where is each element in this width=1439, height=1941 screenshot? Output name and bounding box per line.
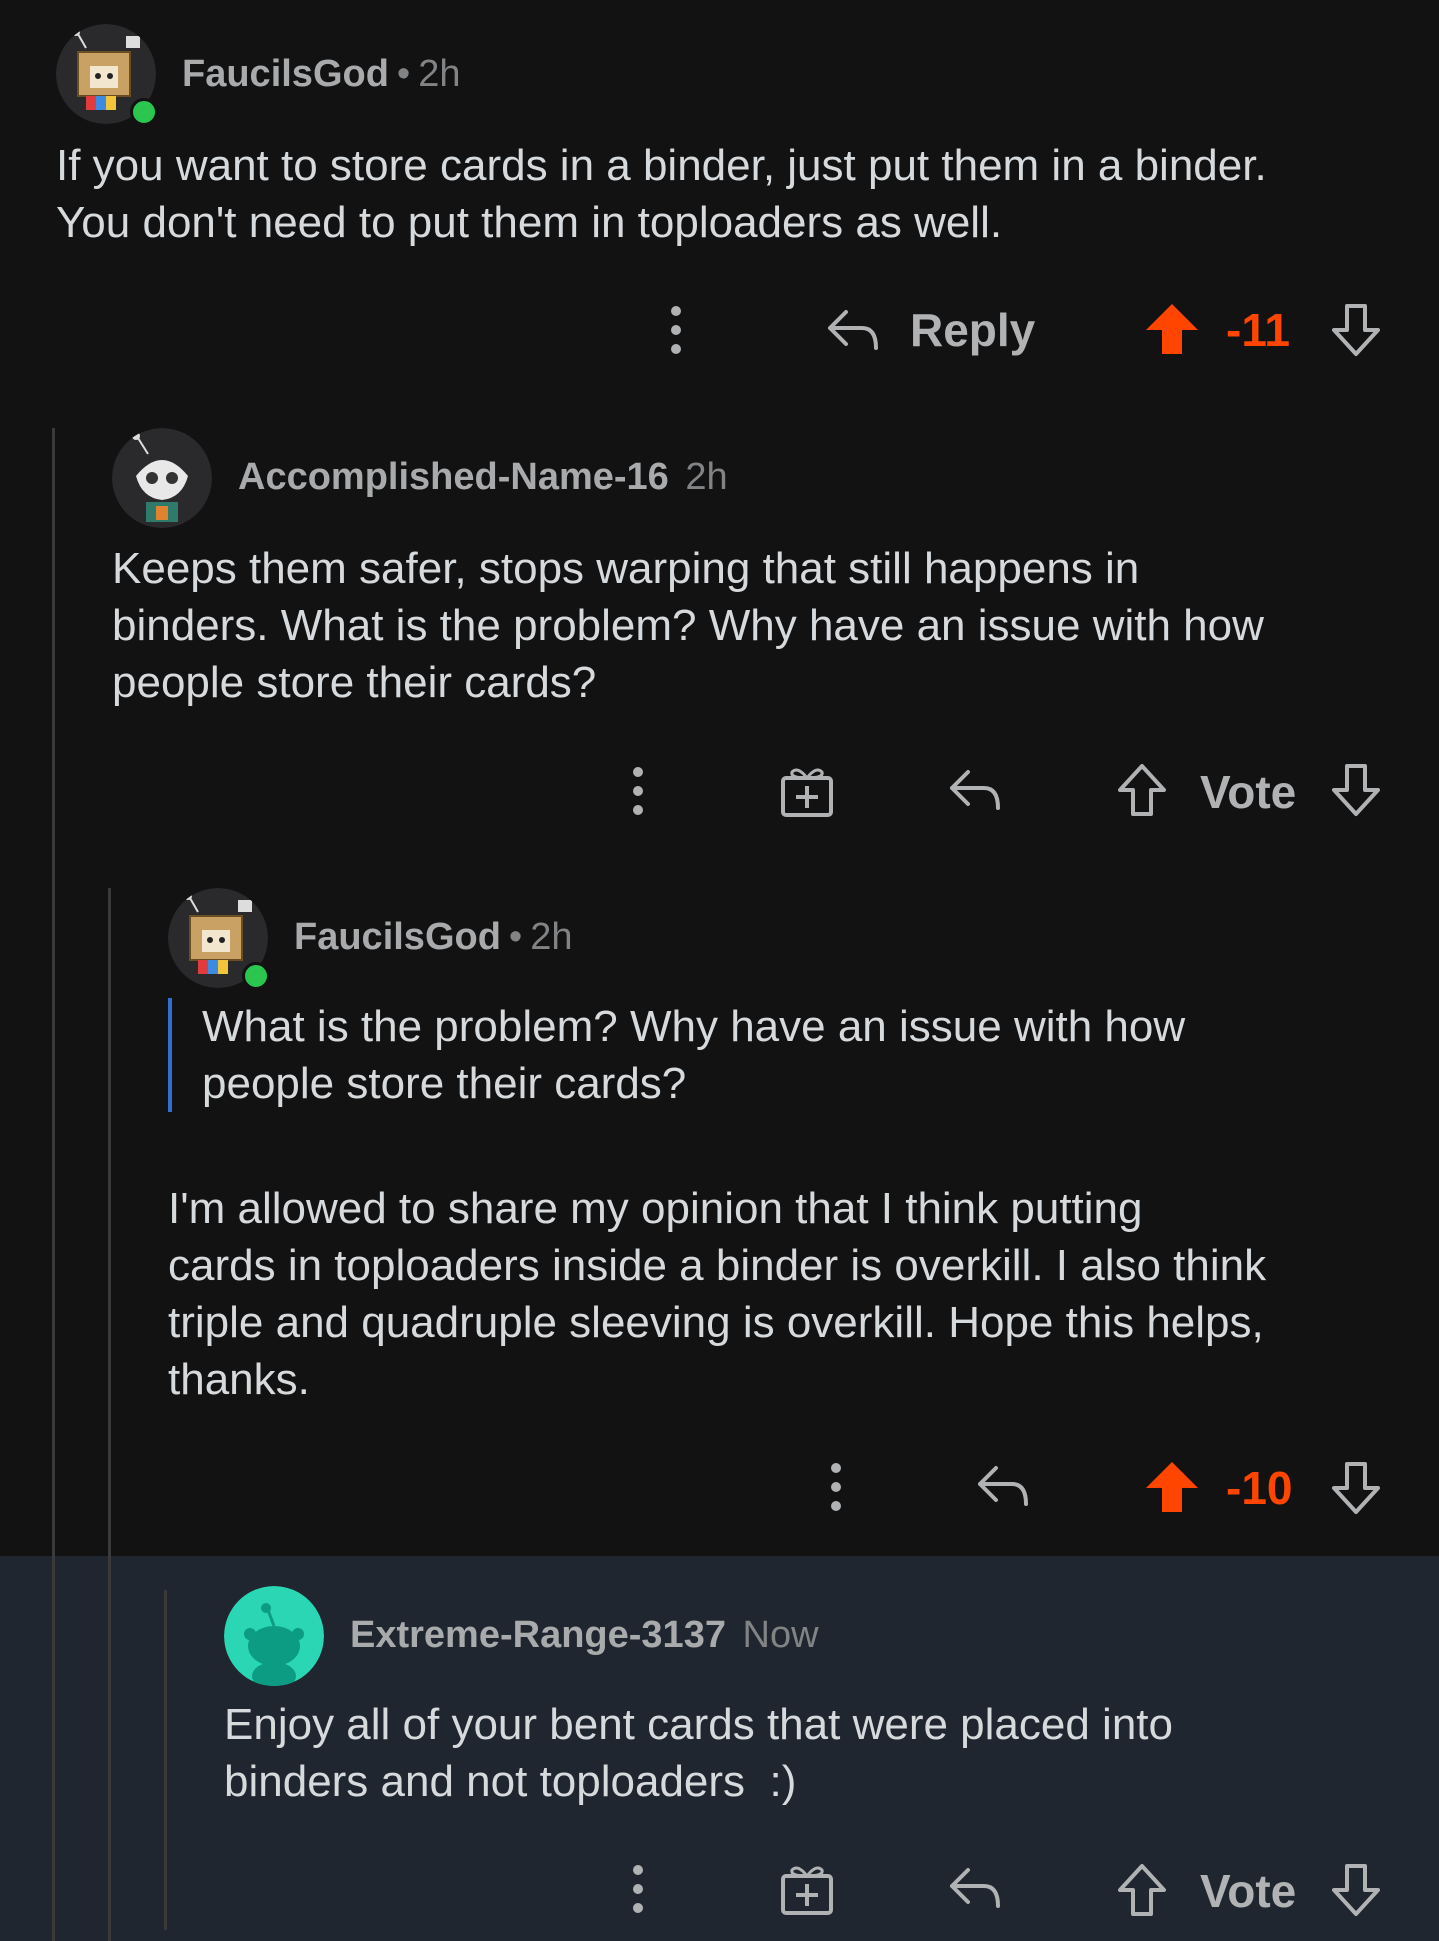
reply-icon [828, 310, 878, 350]
more-vertical-icon [671, 306, 681, 354]
meta-separator: • [508, 916, 523, 958]
upvote-button[interactable] [1144, 1460, 1200, 1514]
vote-score: -11 [1226, 304, 1290, 356]
user-avatar[interactable] [112, 428, 212, 528]
downvote-button[interactable] [1330, 302, 1382, 358]
comment-line: thanks. [168, 1355, 310, 1404]
quote-line: people store their cards? [202, 1059, 687, 1108]
comment-line: binders. What is the problem? Why have a… [112, 601, 1264, 650]
comment-meta: FaucilsGod • 2h [294, 914, 573, 960]
timestamp: Now [742, 1614, 819, 1656]
timestamp: 2h [418, 53, 461, 95]
online-status-icon [130, 98, 158, 126]
comment-line: binders and not toploaders :) [224, 1757, 797, 1806]
upvote-button[interactable] [1144, 302, 1200, 356]
reply-label: Reply [910, 304, 1036, 356]
username[interactable]: FaucilsGod [182, 53, 389, 95]
downvote-icon [1332, 304, 1380, 356]
upvote-button[interactable] [1116, 762, 1168, 818]
reply-button[interactable] [976, 1464, 1030, 1508]
username[interactable]: Accomplished-Name-16 [238, 456, 669, 498]
more-options-button[interactable] [630, 1862, 646, 1916]
default-snoo-avatar-icon [224, 1586, 324, 1686]
reply-button[interactable] [948, 768, 1002, 812]
username[interactable]: Extreme-Range-3137 [350, 1614, 726, 1656]
comment-body: Keeps them safer, stops warping that sti… [112, 540, 1432, 711]
reply-icon [978, 1466, 1028, 1506]
downvote-icon [1332, 764, 1380, 816]
meta-separator: • [396, 53, 411, 95]
gift-icon [781, 768, 833, 817]
thread-line-level-1[interactable] [52, 428, 55, 1941]
quote-line: What is the problem? Why have an issue w… [202, 1002, 1186, 1051]
thread-line-level-3[interactable] [164, 1590, 167, 1930]
comment-line: You don't need to put them in toploaders… [56, 198, 1003, 247]
comment-meta: Extreme-Range-3137 Now [350, 1612, 819, 1658]
downvote-icon [1332, 1864, 1380, 1916]
more-options-button[interactable] [828, 1460, 844, 1514]
online-status-icon [242, 962, 270, 990]
reply-button[interactable] [948, 1866, 1002, 1910]
downvote-icon [1332, 1462, 1380, 1514]
reply-icon [950, 770, 1000, 810]
comment-line: cards in toploaders inside a binder is o… [168, 1241, 1267, 1290]
upvote-icon [1118, 1864, 1166, 1916]
more-vertical-icon [633, 1865, 643, 1913]
upvote-button[interactable] [1116, 1862, 1168, 1918]
comment-line: Keeps them safer, stops warping that sti… [112, 544, 1140, 593]
upvote-icon [1118, 764, 1166, 816]
downvote-button[interactable] [1330, 762, 1382, 818]
comment-body: Enjoy all of your bent cards that were p… [224, 1696, 1424, 1810]
snoo-skull-avatar-icon [112, 428, 212, 528]
comment-meta: FaucilsGod • 2h [182, 51, 461, 97]
more-options-button[interactable] [630, 764, 646, 818]
timestamp: 2h [685, 456, 728, 498]
thread-line-level-2[interactable] [108, 888, 111, 1941]
quoted-text: What is the problem? Why have an issue w… [168, 998, 1402, 1112]
username[interactable]: FaucilsGod [294, 916, 501, 958]
user-avatar[interactable] [224, 1586, 324, 1686]
award-button[interactable] [780, 1862, 834, 1916]
vote-score: -10 [1226, 1462, 1293, 1514]
more-options-button[interactable] [668, 300, 684, 360]
gift-icon [781, 1866, 833, 1915]
comment-meta: Accomplished-Name-16 2h [238, 454, 728, 500]
comment-line: I'm allowed to share my opinion that I t… [168, 1184, 1143, 1233]
more-vertical-icon [831, 1463, 841, 1511]
comment-body: I'm allowed to share my opinion that I t… [168, 1180, 1428, 1408]
downvote-button[interactable] [1330, 1862, 1382, 1918]
upvote-filled-icon [1146, 304, 1198, 354]
reply-icon [950, 1868, 1000, 1908]
award-button[interactable] [780, 764, 834, 818]
more-vertical-icon [633, 767, 643, 815]
comment-line: If you want to store cards in a binder, … [56, 141, 1267, 190]
vote-label: Vote [1200, 1865, 1297, 1917]
upvote-filled-icon [1146, 1462, 1198, 1512]
comment-line: people store their cards? [112, 658, 597, 707]
timestamp: 2h [530, 916, 573, 958]
downvote-button[interactable] [1330, 1460, 1382, 1516]
reply-button[interactable]: Reply [826, 300, 1035, 360]
comment-line: triple and quadruple sleeving is overkil… [168, 1298, 1264, 1347]
comment-line: Enjoy all of your bent cards that were p… [224, 1700, 1173, 1749]
comment-body: If you want to store cards in a binder, … [56, 137, 1426, 251]
vote-label: Vote [1200, 766, 1297, 818]
